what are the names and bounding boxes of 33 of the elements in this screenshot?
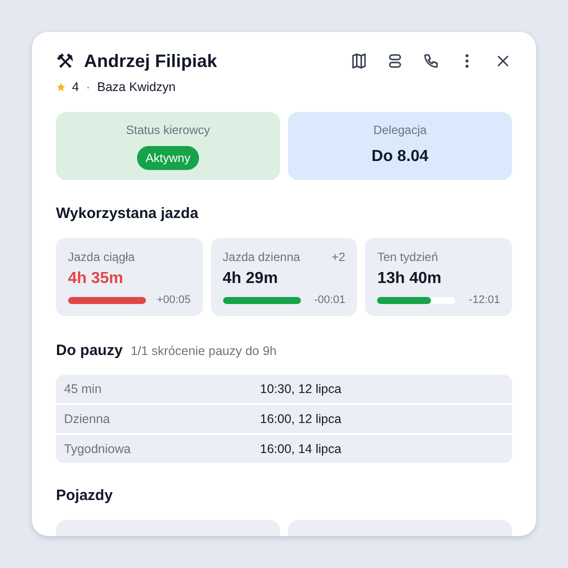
metric-value: 4h 35m xyxy=(68,270,124,288)
metric-delta: -00:01 xyxy=(314,294,346,306)
table-cell: 16:00, 14 lipca xyxy=(260,442,342,456)
table-cell-text: Tygodniowa xyxy=(64,442,132,456)
table-cell-text: Dzienna xyxy=(64,412,111,426)
phone-icon[interactable] xyxy=(422,52,440,70)
table-cell: 10:30, 12 lipca xyxy=(260,382,342,396)
tile-label: Status kierowcy xyxy=(126,123,210,137)
section-title: Pojazdy xyxy=(56,487,114,504)
metric-value: 13h 40m xyxy=(377,270,442,288)
table-cell: 16:00, 12 lipca xyxy=(260,412,342,426)
status-badge: Aktywny xyxy=(136,146,200,170)
map-icon[interactable] xyxy=(350,52,368,70)
metric-delta: -12:01 xyxy=(468,294,500,306)
base-name: Baza Kwidzyn xyxy=(97,80,176,94)
tile-label: Delegacja xyxy=(373,123,427,137)
metric-extra: +2 xyxy=(332,250,346,264)
metric-label: Jazda dzienna xyxy=(222,250,300,264)
driver-name: Andrzej Filipiak xyxy=(84,50,218,72)
hammers-icon: ⚒ xyxy=(56,48,74,74)
metric-label: Jazda ciągła xyxy=(68,250,135,264)
section-title: Do pauzy xyxy=(56,342,123,359)
section-note: 1/1 skrócenie pauzy do 9h xyxy=(130,344,277,358)
metric-value: 4h 29m xyxy=(222,270,279,288)
metric-label: Ten tydzień xyxy=(377,250,438,264)
metric-delta: +00:05 xyxy=(156,294,191,306)
table-cell-text: 45 min xyxy=(64,382,103,396)
separator: · xyxy=(86,80,90,94)
section-title: Wykorzystana jazda xyxy=(56,205,200,222)
rating: 4 xyxy=(72,80,79,94)
stacked-pills-icon[interactable] xyxy=(386,52,404,70)
tile-value: Do 8.04 xyxy=(372,148,428,166)
star-icon xyxy=(56,82,66,92)
